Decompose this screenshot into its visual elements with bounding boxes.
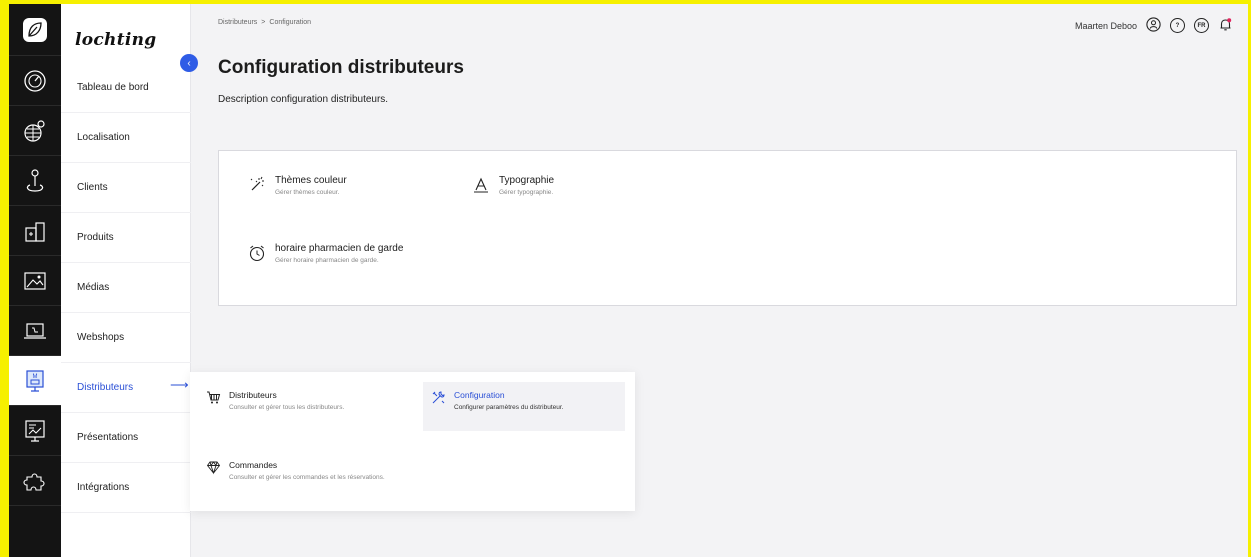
rail-item-dashboard[interactable] [9,56,61,106]
user-name[interactable]: Maarten Deboo [1075,21,1137,31]
typography-icon [474,177,488,193]
chevron-left-icon: ‹ [187,57,191,69]
webshop-laptop-icon [24,322,46,339]
breadcrumb: Distributeurs > Configuration [218,19,311,26]
sidebar-item-webshops[interactable]: Webshops [61,313,191,363]
app-logo[interactable] [9,4,61,56]
person-pin-icon [26,168,44,192]
breadcrumb-item-configuration: Configuration [269,19,312,26]
setting-title: Thèmes couleur [275,175,347,186]
collapse-sidebar-button[interactable]: ‹ [180,54,198,72]
magic-wand-icon [250,176,264,191]
flyout-item-title: Configuration [454,390,505,400]
leaf-logo-icon [23,17,47,42]
cart-icon [207,391,221,404]
rail-item-webshops[interactable] [9,306,61,356]
language-button[interactable]: FR [1194,18,1209,33]
sidebar-item-integrations[interactable]: Intégrations [61,463,191,513]
settings-card: Thèmes couleur Gérer thèmes couleur. Typo… [218,150,1237,306]
flyout-item-description: Consulter et gérer tous les distributeur… [229,404,345,411]
globe-pin-icon [24,119,45,142]
rail-item-clients[interactable] [9,156,61,206]
setting-description: Gérer typographie. [499,189,554,196]
distributor-screen-icon: M [26,369,44,392]
presentation-board-icon [25,419,45,442]
top-bar: Maarten Deboo ? FR [1075,17,1233,34]
sidebar-item-clients[interactable]: Clients [61,163,191,213]
flyout-item-title: Distributeurs [229,390,277,400]
flyout-item-commandes[interactable]: Commandes Consulter et gérer les commande… [198,452,416,490]
sidebar-item-tableau-de-bord[interactable]: Tableau de bord [61,63,191,113]
notification-bell-icon[interactable] [1218,17,1233,34]
page-title: Configuration distributeurs [218,57,464,78]
rail-item-produits[interactable] [9,206,61,256]
diamond-icon [206,461,221,475]
setting-themes-couleur[interactable]: Thèmes couleur Gérer thèmes couleur. [248,175,347,196]
tools-icon [432,391,445,404]
distributor-icon-letter: M [33,374,38,380]
sidebar-item-produits[interactable]: Produits [61,213,191,263]
breadcrumb-separator: > [261,19,266,26]
setting-description: Gérer thèmes couleur. [275,189,340,196]
rail-item-medias[interactable] [9,256,61,306]
icon-rail: M [9,4,61,557]
rail-item-integrations[interactable] [9,456,61,506]
page-description: Description configuration distributeurs. [218,94,389,105]
rail-item-presentations[interactable] [9,406,61,456]
flyout-item-configuration[interactable]: Configuration Configurer paramètres du di… [423,382,625,431]
arrow-right-icon: ⟶ [170,377,189,392]
alarm-clock-icon [249,245,265,262]
setting-typographie[interactable]: Typographie Gérer typographie. [472,175,554,196]
flyout-item-distributeurs[interactable]: Distributeurs Consulter et gérer tous les… [198,382,416,420]
sidebar-item-presentations[interactable]: Présentations [61,413,191,463]
rail-item-distributeurs[interactable]: M [9,356,61,406]
user-avatar-icon[interactable] [1146,17,1161,34]
brand-wordmark[interactable]: lochting [75,30,156,50]
flyout-item-title: Commandes [229,460,278,470]
dashboard-gauge-icon [24,69,46,92]
products-boxes-icon [25,221,45,242]
sidebar-item-localisation[interactable]: Localisation [61,113,191,163]
setting-horaire-pharmacien[interactable]: horaire pharmacien de garde Gérer horaire… [248,243,403,264]
breadcrumb-item-distributeurs[interactable]: Distributeurs [218,19,257,26]
media-image-icon [24,271,46,290]
puzzle-icon [23,472,45,491]
setting-title: Typographie [499,175,555,186]
setting-description: Gérer horaire pharmacien de garde. [275,257,379,264]
distributeurs-flyout-menu: Distributeurs Consulter et gérer tous les… [190,372,635,511]
help-icon[interactable]: ? [1170,18,1185,33]
sidebar: lochting Tableau de bord Localisation Cl… [61,4,191,557]
frame-edge [0,0,9,557]
rail-item-localisation[interactable] [9,106,61,156]
flyout-item-description: Consulter et gérer les commandes et les … [229,474,385,481]
sidebar-item-medias[interactable]: Médias [61,263,191,313]
setting-title: horaire pharmacien de garde [275,243,404,254]
flyout-item-description: Configurer paramètres du distributeur. [454,404,564,411]
